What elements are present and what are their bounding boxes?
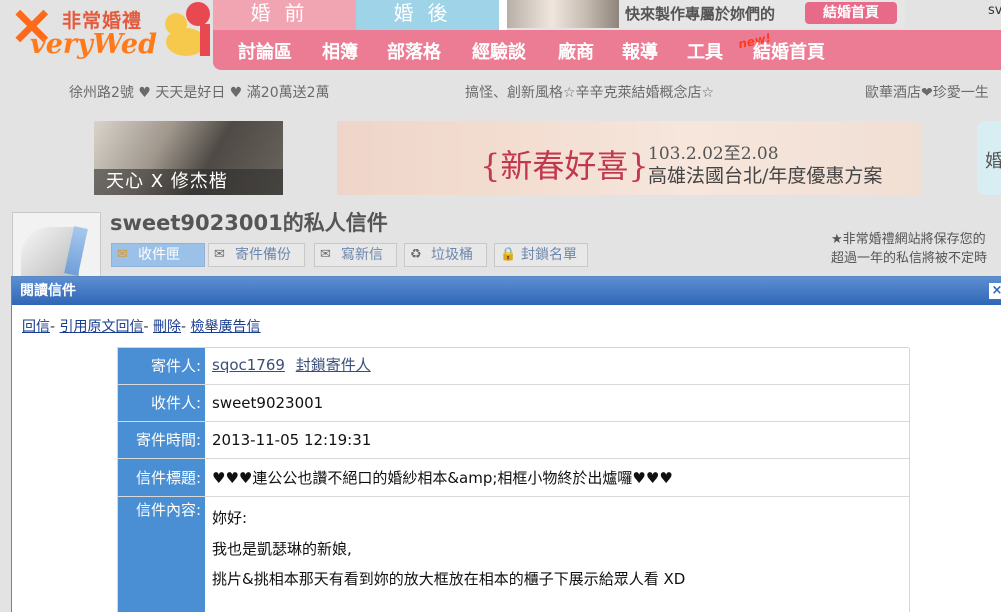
marquee-link-3[interactable]: 歐華酒店❤珍愛一生 [865, 82, 989, 102]
sender-label: 寄件人: [118, 348, 205, 384]
tab-block-list-label: 封鎖名單 [521, 247, 577, 263]
recipient-value: sweet9023001 [205, 385, 910, 421]
tab-trash[interactable]: ♻ 垃圾桶 [404, 243, 487, 267]
subject-value: ♥♥♥連公公也讚不絕口的婚紗相本&amp;相框小物終於出爐囉♥♥♥ [205, 459, 910, 496]
promo-text: 快來製作專屬於妳們的 [625, 5, 776, 23]
nav-experience[interactable]: 經驗談 [472, 38, 526, 64]
main-nav: 討論區 相簿 部落格 經驗談 廠商 報導 工具 new! 結婚首頁 [213, 30, 1001, 70]
mail-actions: 回信- 引用原文回信- 刪除- 檢舉廣告信 [22, 319, 261, 335]
sender-value: sqoc1769 封鎖寄件人 [205, 348, 910, 384]
tab-block-list[interactable]: 🔒 封鎖名單 [494, 243, 588, 267]
mail-row-recipient: 收件人: sweet9023001 [118, 385, 910, 422]
read-mail-dialog: 閱讀信件 × 回信- 引用原文回信- 刪除- 檢舉廣告信 寄件人: sqoc17… [11, 276, 1001, 612]
promo-photo [507, 0, 619, 28]
promo-strip[interactable]: 快來製作專屬於妳們的 結婚首頁 [507, 0, 905, 28]
tab-compose-label: 寫新信 [341, 247, 383, 263]
marquee-link-1[interactable]: 徐州路2號 ♥ 天天是好日 ♥ 滿20萬送2萬 [69, 82, 330, 102]
mail-row-sender: 寄件人: sqoc1769 封鎖寄件人 [118, 348, 910, 385]
banner-newyear-title: {新春好喜} [480, 147, 649, 185]
content-value: 妳好: 我也是凱瑟琳的新娘, 挑片&挑相本那天有看到妳的放大框放在相本的櫃子下展… [205, 497, 910, 612]
user-name-corner[interactable]: sv [988, 3, 1001, 18]
time-value: 2013-11-05 12:19:31 [205, 422, 910, 458]
mail-row-time: 寄件時間: 2013-11-05 12:19:31 [118, 422, 910, 459]
content-label: 信件內容: [118, 497, 205, 612]
logo-horse-icon [165, 2, 210, 56]
side-notice-line-1: ★非常婚禮網站將保存您的 [831, 232, 986, 247]
trash-icon: ♻ [410, 247, 422, 262]
section-tabbar: 婚前 婚後 快來製作專屬於妳們的 結婚首頁 sv [213, 0, 1001, 30]
nav-tools[interactable]: 工具 [687, 38, 723, 64]
ad-marquee: 徐州路2號 ♥ 天天是好日 ♥ 滿20萬送2萬 搞怪、創新風格☆辛辛克萊結婚概念… [0, 82, 1001, 104]
dialog-title: 閱讀信件 [12, 277, 1001, 305]
content-line-3: 挑片&挑相本那天有看到妳的放大框放在相本的櫃子下展示給眾人看 XD [212, 570, 686, 588]
tab-after-wedding[interactable]: 婚後 [356, 0, 499, 30]
outbox-icon: ✉ [214, 247, 225, 262]
nav-vendors[interactable]: 廠商 [558, 38, 594, 64]
page-title: sweet9023001的私人信件 [110, 211, 388, 235]
nav-forum[interactable]: 討論區 [238, 38, 292, 64]
tab-outbox[interactable]: ✉ 寄件備份 [208, 243, 305, 267]
site-header: ✕ 非常婚禮 veryWed 婚前 婚後 快來製作專屬於妳們的 結婚首頁 sv … [0, 0, 1001, 78]
mail-row-subject: 信件標題: ♥♥♥連公公也讚不絕口的婚紗相本&amp;相框小物終於出爐囉♥♥♥ [118, 459, 910, 497]
tab-compose[interactable]: ✉ 寫新信 [314, 243, 397, 267]
banner-ad-partial[interactable]: 婚 [977, 121, 1001, 195]
nav-album[interactable]: 相簿 [322, 38, 358, 64]
mail-row-content: 信件內容: 妳好: 我也是凱瑟琳的新娘, 挑片&挑相本那天有看到妳的放大框放在相… [118, 497, 910, 612]
block-sender-link[interactable]: 封鎖寄件人 [296, 356, 371, 374]
banner-newyear-plan: 高雄法國台北/年度優惠方案 [648, 165, 883, 187]
side-notice: ★非常婚禮網站將保存您的 超過一年的私信將被不定時 [831, 230, 987, 268]
compose-icon: ✉ [320, 247, 331, 262]
banner-partial-text: 婚 [985, 151, 1001, 172]
logo-english-text: veryWed [30, 29, 157, 60]
mail-detail-table: 寄件人: sqoc1769 封鎖寄件人 收件人: sweet9023001 寄件… [117, 347, 910, 612]
marquee-link-2[interactable]: 搞怪、創新風格☆辛辛克萊結婚概念店☆ [465, 82, 714, 102]
site-logo[interactable]: ✕ 非常婚禮 veryWed [8, 0, 213, 72]
close-icon[interactable]: × [989, 283, 1001, 299]
tab-inbox[interactable]: ✉ 收件匣 [111, 243, 205, 267]
report-spam-link[interactable]: 檢舉廣告信 [191, 319, 261, 335]
lock-icon: 🔒 [500, 247, 517, 262]
avatar[interactable] [12, 212, 101, 280]
quote-reply-link[interactable]: 引用原文回信 [60, 319, 144, 335]
banner-ad-couple-caption: 天心 X 修杰楷 [94, 169, 283, 195]
content-line-2: 我也是凱瑟琳的新娘, [212, 540, 352, 558]
tab-before-wedding[interactable]: 婚前 [213, 0, 356, 30]
tab-divider [499, 0, 507, 30]
promo-wedding-home-button[interactable]: 結婚首頁 [805, 2, 897, 24]
content-line-1: 妳好: [212, 509, 248, 527]
tab-inbox-label: 收件匣 [138, 247, 180, 263]
nav-news[interactable]: 報導 [622, 38, 658, 64]
banner-ad-newyear[interactable]: {新春好喜} 103.2.02至2.08 高雄法國台北/年度優惠方案 [337, 121, 922, 195]
tab-trash-label: 垃圾桶 [431, 247, 473, 263]
subject-label: 信件標題: [118, 459, 205, 496]
time-label: 寄件時間: [118, 422, 205, 458]
sender-link[interactable]: sqoc1769 [212, 356, 285, 374]
banner-ad-couple[interactable]: 天心 X 修杰楷 [94, 121, 283, 195]
side-notice-line-2: 超過一年的私信將被不定時 [831, 251, 988, 266]
recipient-label: 收件人: [118, 385, 205, 421]
nav-blog[interactable]: 部落格 [387, 38, 441, 64]
tab-outbox-label: 寄件備份 [235, 247, 291, 263]
nav-wedding-home[interactable]: 結婚首頁 [753, 38, 825, 64]
inbox-icon: ✉ [117, 247, 128, 262]
reply-link[interactable]: 回信 [22, 319, 50, 335]
delete-link[interactable]: 刪除 [153, 319, 181, 335]
